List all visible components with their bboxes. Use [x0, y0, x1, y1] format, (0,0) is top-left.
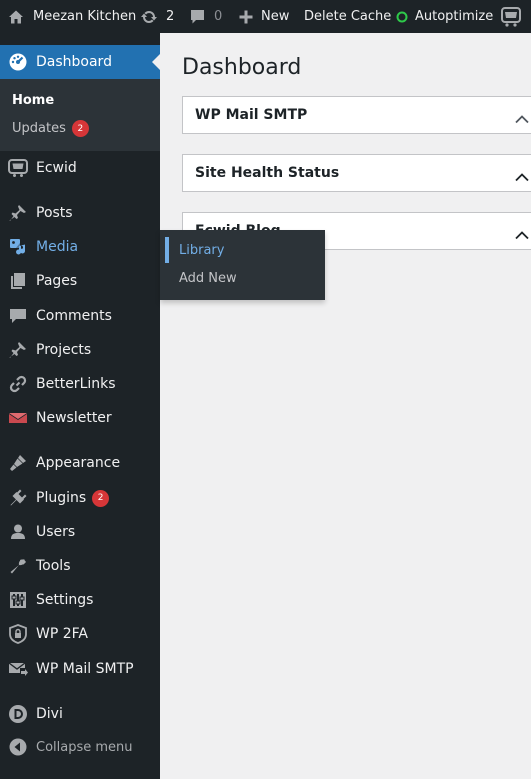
comment-icon [189, 8, 206, 25]
collapse-arrow-icon [8, 737, 28, 757]
menu-appearance[interactable]: Appearance [0, 446, 160, 480]
home-icon [8, 9, 24, 25]
menu-media[interactable]: Media [0, 230, 160, 264]
menu-wpmailsmtp[interactable]: WP Mail SMTP [0, 652, 160, 686]
menu-wp2fa[interactable]: WP 2FA [0, 617, 160, 651]
delete-cache-link[interactable]: Delete Cache [304, 0, 391, 33]
flyout-add-new[interactable]: Add New [179, 271, 237, 286]
menu-label-newsletter: Newsletter [36, 410, 112, 426]
autoptimize-label: Autoptimize [415, 9, 494, 24]
plugins-label-text: Plugins [36, 490, 87, 506]
menu-label-appearance: Appearance [36, 455, 121, 471]
menu-label-wpmailsmtp: WP Mail SMTP [36, 661, 134, 677]
admin-sidebar: Dashboard Home Updates 2 Ecwid Posts Med… [0, 33, 160, 779]
chevron-up-icon[interactable] [515, 225, 529, 244]
menu-label-settings: Settings [36, 592, 94, 608]
submenu-home[interactable]: Home [12, 93, 54, 108]
menu-users[interactable]: Users [0, 515, 160, 549]
user-icon [8, 522, 28, 542]
media-flyout-submenu: Library Add New [160, 230, 325, 300]
status-circle-icon [396, 11, 408, 23]
menu-label-ecwid: Ecwid [36, 160, 77, 176]
menu-label-users: Users [36, 524, 76, 540]
widget-title[interactable]: Site Health Status [195, 165, 339, 181]
widget-wp-mail-smtp: WP Mail SMTP [182, 96, 531, 134]
menu-label-posts: Posts [36, 205, 73, 221]
menu-label-tools: Tools [36, 558, 71, 574]
comments-link[interactable]: 0 [189, 0, 222, 33]
plug-icon [8, 488, 28, 508]
menu-label-divi: Divi [36, 706, 63, 722]
submenu-home-label: Home [12, 93, 55, 108]
menu-label-betterlinks: BetterLinks [36, 376, 116, 392]
collapse-menu-button[interactable]: Collapse menu [0, 730, 160, 764]
menu-settings[interactable]: Settings [0, 583, 160, 617]
menu-plugins[interactable]: Plugins 2 [0, 481, 160, 515]
updates-badge: 2 [71, 120, 89, 137]
collapse-menu-label: Collapse menu [36, 739, 133, 755]
menu-comments[interactable]: Comments [0, 299, 160, 333]
menu-betterlinks[interactable]: BetterLinks [0, 367, 160, 401]
widget-title[interactable]: WP Mail SMTP [195, 107, 307, 123]
mail-arrow-icon [8, 659, 28, 679]
menu-label-comments: Comments [36, 308, 112, 324]
new-content-link[interactable]: New [238, 0, 289, 33]
autoptimize-link[interactable]: Autoptimize [396, 0, 493, 33]
page-title: Dashboard [182, 55, 302, 80]
menu-dashboard[interactable]: Dashboard [0, 45, 160, 79]
settings-sliders-icon [8, 590, 28, 610]
ecwid-cart-link[interactable] [500, 0, 522, 33]
chevron-up-icon[interactable] [515, 109, 529, 128]
media-icon [8, 237, 28, 257]
updates-link[interactable]: 2 [140, 0, 174, 33]
flyout-library[interactable]: Library [179, 243, 224, 258]
menu-pages[interactable]: Pages [0, 264, 160, 298]
menu-posts[interactable]: Posts [0, 196, 160, 230]
delete-cache-label: Delete Cache [304, 9, 392, 24]
site-name: Meezan Kitchen [33, 9, 137, 24]
site-home-link[interactable]: Meezan Kitchen [8, 0, 136, 33]
menu-ecwid[interactable]: Ecwid [0, 151, 160, 185]
comments-count: 0 [214, 9, 223, 24]
pages-icon [8, 271, 28, 291]
menu-label-pages: Pages [36, 273, 78, 289]
chevron-up-icon[interactable] [515, 167, 529, 186]
pushpin-icon [8, 340, 28, 360]
divi-icon [8, 704, 28, 724]
submenu-updates[interactable]: Updates 2 [12, 120, 89, 137]
menu-divi[interactable]: Divi [0, 697, 160, 731]
menu-newsletter[interactable]: Newsletter [0, 401, 160, 435]
menu-tools[interactable]: Tools [0, 549, 160, 583]
new-label: New [261, 9, 290, 24]
main-content: Dashboard WP Mail SMTP Site Health Statu… [160, 33, 531, 779]
dashboard-icon [8, 52, 28, 72]
menu-projects[interactable]: Projects [0, 333, 160, 367]
widget-site-health-status: Site Health Status [182, 154, 531, 192]
submenu-updates-label: Updates [12, 121, 66, 136]
menu-label-wp2fa: WP 2FA [36, 626, 88, 642]
comment-bubble-icon [8, 306, 28, 326]
shield-icon [8, 624, 28, 644]
pushpin-icon [8, 203, 28, 223]
envelope-icon [8, 408, 28, 428]
menu-label-plugins: Plugins 2 [36, 489, 110, 507]
cart-icon [500, 6, 522, 27]
refresh-icon [140, 8, 158, 26]
ecwid-cart-icon [8, 158, 28, 178]
dashboard-submenu: Home Updates 2 [0, 79, 160, 151]
menu-label-projects: Projects [36, 342, 92, 358]
wrench-icon [8, 556, 28, 576]
menu-label-dashboard: Dashboard [36, 54, 112, 70]
plus-icon [238, 9, 254, 25]
plugins-badge: 2 [92, 489, 110, 507]
admin-bar: Meezan Kitchen 2 0 New Delete Cache Auto… [0, 0, 531, 33]
paintbrush-icon [8, 453, 28, 473]
current-arrow [152, 54, 160, 70]
updates-count: 2 [166, 9, 175, 24]
active-indicator [165, 237, 169, 263]
link-icon [8, 374, 28, 394]
menu-label-media: Media [36, 239, 79, 255]
